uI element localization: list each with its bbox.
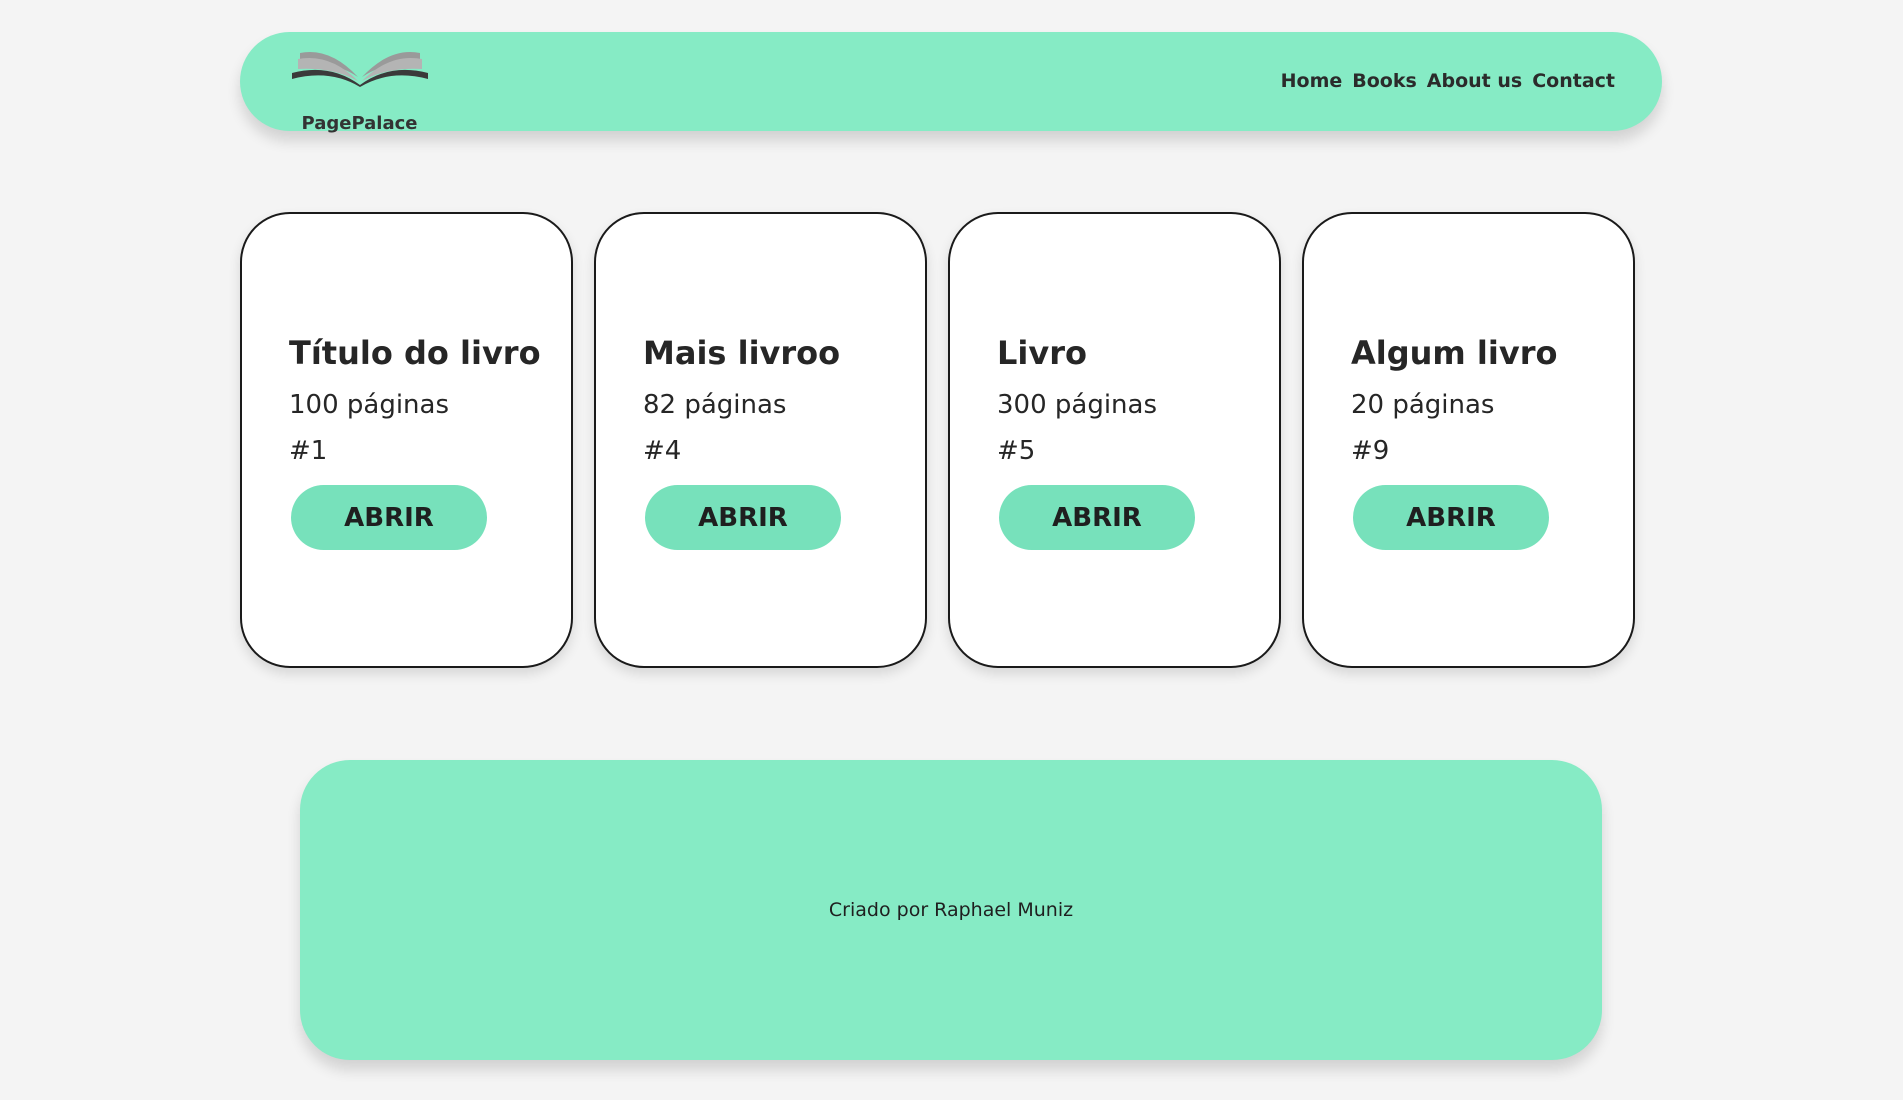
book-card: Mais livroo 82 páginas #4 ABRIR — [594, 212, 927, 668]
nav-home-link[interactable]: Home — [1281, 70, 1343, 92]
book-pages: 82 páginas — [643, 390, 787, 420]
book-card-list: Título do livro 100 páginas #1 ABRIR Mai… — [240, 212, 1635, 668]
site-footer: Criado por Raphael Muniz — [300, 760, 1602, 1060]
footer-credit: Criado por Raphael Muniz — [828, 899, 1074, 921]
open-book-icon — [291, 52, 428, 87]
book-rank: #5 — [997, 436, 1036, 466]
nav-contact-link[interactable]: Contact — [1532, 70, 1615, 92]
nav-about-link[interactable]: About us — [1427, 70, 1522, 92]
brand-logo[interactable]: PagePalace — [287, 47, 432, 134]
book-card: Título do livro 100 páginas #1 ABRIR — [240, 212, 573, 668]
book-rank: #1 — [289, 436, 328, 466]
book-pages: 300 páginas — [997, 390, 1158, 420]
book-title: Mais livroo — [643, 334, 841, 372]
book-title: Algum livro — [1351, 334, 1558, 372]
book-title: Livro — [997, 334, 1087, 372]
book-pages: 20 páginas — [1351, 390, 1495, 420]
brand-name: PagePalace — [301, 113, 418, 134]
book-card: Algum livro 20 páginas #9 ABRIR — [1302, 212, 1635, 668]
book-rank: #9 — [1351, 436, 1390, 466]
book-pages: 100 páginas — [289, 390, 450, 420]
book-card: Livro 300 páginas #5 ABRIR — [948, 212, 1281, 668]
open-book-button[interactable]: ABRIR — [999, 485, 1195, 550]
book-title: Título do livro — [289, 334, 541, 372]
book-rank: #4 — [643, 436, 682, 466]
site-header: PagePalace Home Books About us Contact — [240, 32, 1662, 134]
main-nav: Home Books About us Contact — [1281, 70, 1615, 92]
open-book-button[interactable]: ABRIR — [291, 485, 487, 550]
open-book-button[interactable]: ABRIR — [1353, 485, 1549, 550]
nav-books-link[interactable]: Books — [1352, 70, 1417, 92]
open-book-button[interactable]: ABRIR — [645, 485, 841, 550]
